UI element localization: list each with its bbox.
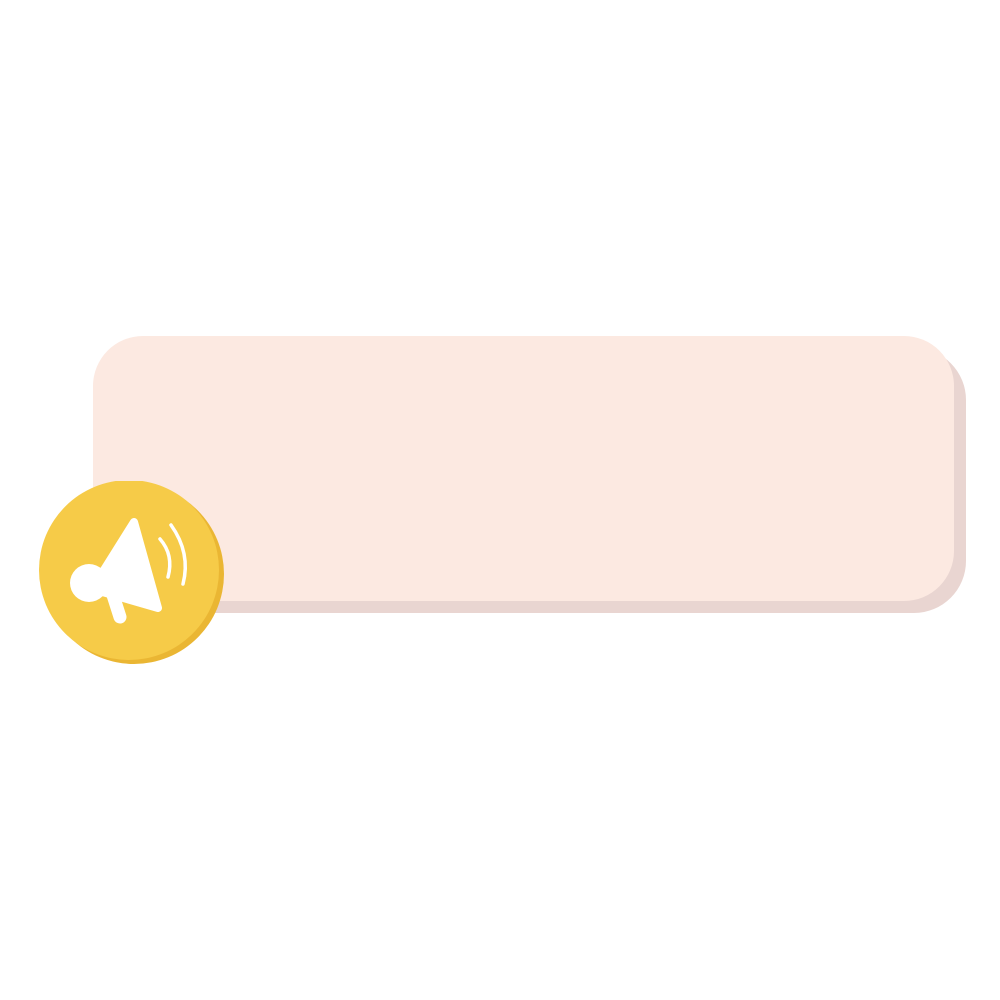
banner-text <box>243 336 914 601</box>
megaphone-badge-graphic <box>39 481 224 664</box>
megaphone-badge <box>38 481 224 667</box>
announcement-graphic <box>0 0 1000 1000</box>
